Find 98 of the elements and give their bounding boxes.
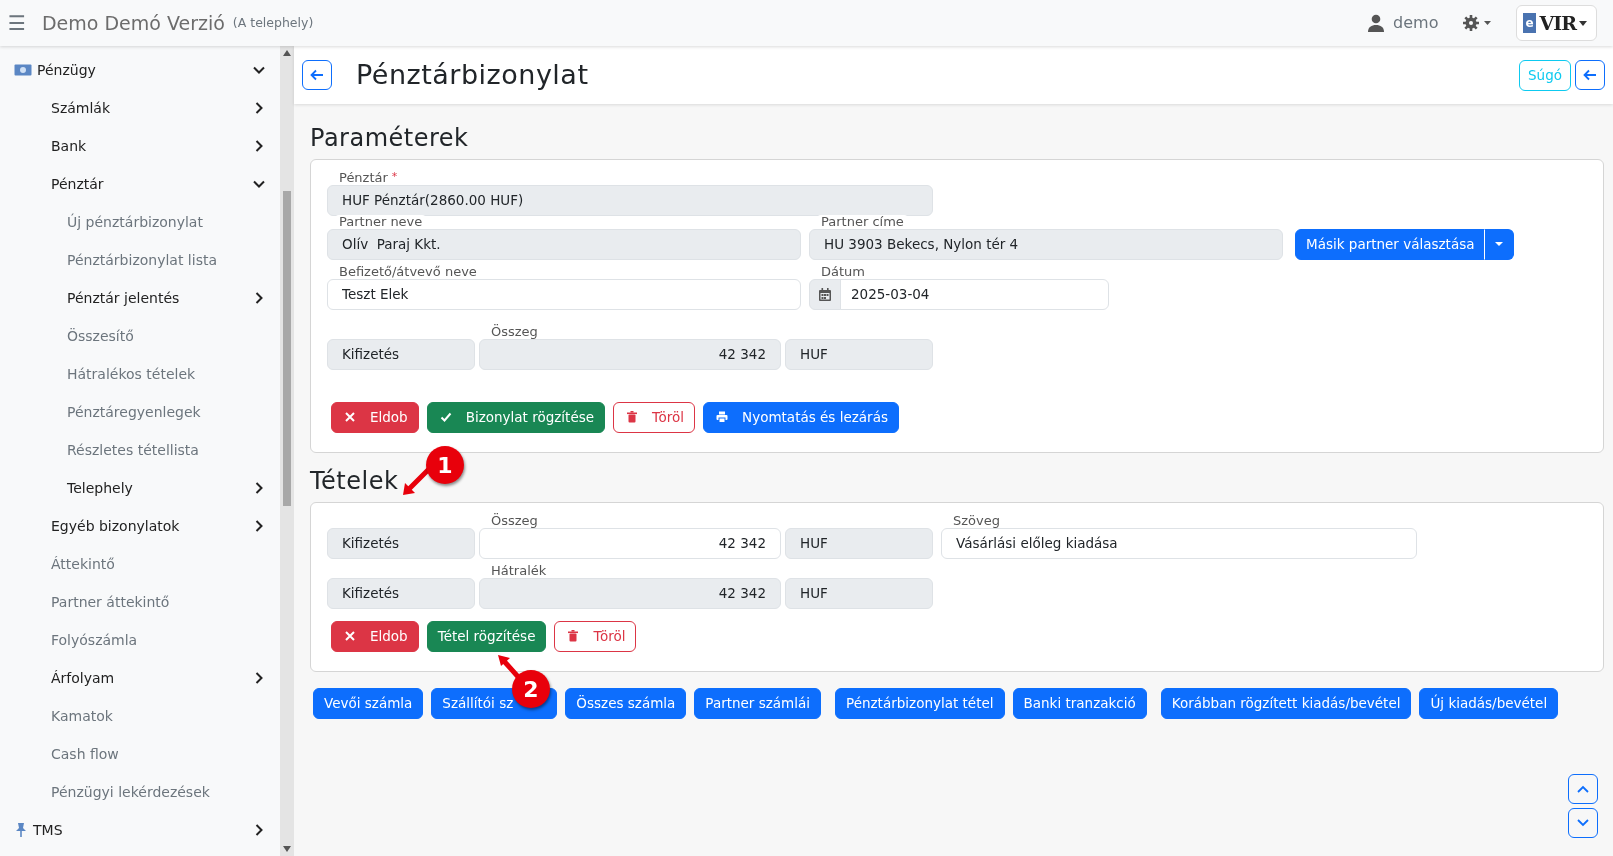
close-icon [344,630,356,643]
scrollbar-thumb[interactable] [283,191,291,506]
money-icon [14,63,32,77]
field-label: Partner neve [339,213,423,229]
chevron-down-icon [1576,818,1590,828]
user-icon [1367,14,1386,32]
printer-icon [716,411,729,424]
field-label: Hátralék [491,562,547,578]
menu-item[interactable]: Partner áttekintő [51,591,266,613]
action-button[interactable]: Eldob [331,620,419,652]
input-field[interactable]: 42 342 [479,527,781,559]
dropdown-toggle-button[interactable] [1484,228,1515,260]
link-button[interactable]: Korábban rögzített kiadás/bevétel [1160,687,1412,719]
menu-item[interactable]: Összesítő [67,325,266,347]
menu-item[interactable]: Pénztár jelentés [67,287,252,309]
calendar-icon [819,287,831,301]
field-label: Dátum [821,263,865,279]
input-field[interactable]: Kifizetés [327,338,475,370]
input-field[interactable]: 42 342 [479,577,781,609]
section-title: Tételek [310,466,399,496]
menu-item[interactable]: Árfolyam [51,667,252,689]
link-button[interactable]: Partner számlái [694,687,821,719]
menu-item[interactable]: Pénztáregyenlegek [67,401,266,423]
back-button[interactable] [1575,60,1605,90]
field-label: Partner címe [821,213,904,229]
back-arrow-icon [1583,68,1597,82]
input-field[interactable]: HUF Pénztár(2860.00 HUF) [327,184,933,216]
scroll-down-icon [283,846,291,852]
menu-item[interactable]: Cash flow [51,743,266,765]
partner-select-button[interactable]: Másik partner választása [1295,228,1486,260]
pin-icon [14,822,28,838]
input-field[interactable]: 42 342 [479,338,781,370]
menu-item[interactable]: Pénzügyi lekérdezések [51,781,266,803]
menu-item[interactable]: Folyószámla [51,629,266,651]
required-mark: * [391,169,398,183]
calendar-button[interactable] [809,278,841,310]
section-title: Paraméterek [310,124,469,153]
menu-item[interactable]: Pénztárbizonylat lista [67,249,266,271]
input-field[interactable]: Kifizetés [327,527,475,559]
callout-tooltip: 1 [426,446,464,484]
link-button[interactable]: Új kiadás/bevétel [1419,687,1559,719]
gear-icon[interactable] [1462,14,1493,32]
chevron-up-icon [1576,784,1590,794]
menu-item[interactable]: Kamatok [51,705,266,727]
input-field[interactable]: HUF [785,527,933,559]
scroll-up-icon [283,50,291,56]
app-title: Demo Demó Verzió [41,10,225,36]
menu-item[interactable]: Áttekintő [51,553,266,575]
caret-icon [1576,18,1590,28]
back-arrow-icon [310,68,324,82]
action-button[interactable]: Nyomtatás és lezárás [703,401,899,433]
action-button[interactable]: Tétel rögzítése [426,620,547,652]
input-field[interactable]: HUF [785,338,933,370]
trash-icon [567,630,580,643]
menu-icon[interactable]: ☰ [8,8,26,38]
input-field[interactable]: HUF [785,577,933,609]
field-label: Összeg [491,512,538,528]
field-label: Összeg [491,323,538,339]
field-label: Pénztár [339,169,388,185]
link-button[interactable]: Vevői számla [313,687,424,719]
menu-item[interactable]: Új pénztárbizonylat [67,211,266,233]
link-button[interactable]: Összes számla [565,687,687,719]
action-button[interactable]: Bizonylat rögzítése [426,401,606,433]
check-icon [439,411,452,424]
user-name[interactable]: demo [1393,11,1439,35]
input-field[interactable]: Olív Paraj Kkt. [327,228,801,260]
logo[interactable]: e VIR [1516,5,1597,41]
menu-item[interactable]: Pénzügy [37,59,252,81]
input-field[interactable]: Vásárlási előleg kiadása [941,527,1417,559]
link-button[interactable]: Banki tranzakció [1012,687,1147,719]
trash-icon [626,411,639,424]
scroll-top-button[interactable] [1568,774,1598,804]
site-label: (A telephely) [232,13,314,32]
menu-item[interactable]: Pénztár [51,173,252,195]
page-title: Pénztárbizonylat [356,58,589,92]
menu-item[interactable]: Hátralékos tételek [67,363,266,385]
menu-item[interactable]: Telephely [67,477,252,499]
logo-text: VIR [1539,10,1576,36]
action-button[interactable]: Töröl [554,620,637,652]
field-label: Szöveg [953,512,1000,528]
input-field[interactable]: Kifizetés [327,577,475,609]
field-label: Befizető/átvevő neve [339,263,477,279]
scrollbar[interactable] [280,46,294,856]
back-button[interactable] [302,60,332,90]
menu-item[interactable]: Bank [51,135,252,157]
menu-item[interactable]: TMS [33,819,252,841]
input-field[interactable]: HU 3903 Bekecs, Nylon tér 4 [809,228,1283,260]
action-button[interactable]: Eldob [331,401,419,433]
close-icon [344,411,356,424]
link-button[interactable]: Pénztárbizonylat tétel [835,687,1005,719]
action-button[interactable]: Töröl [613,401,696,433]
input-field[interactable]: Teszt Elek [327,278,801,310]
logo-text: e [1523,13,1536,33]
menu-item[interactable]: Részletes tétellista [67,439,266,461]
menu-item[interactable]: Számlák [51,97,252,119]
menu-item[interactable]: Egyéb bizonylatok [51,515,252,537]
scroll-bottom-button[interactable] [1568,808,1598,838]
input-field[interactable]: 2025-03-04 [840,278,1109,310]
